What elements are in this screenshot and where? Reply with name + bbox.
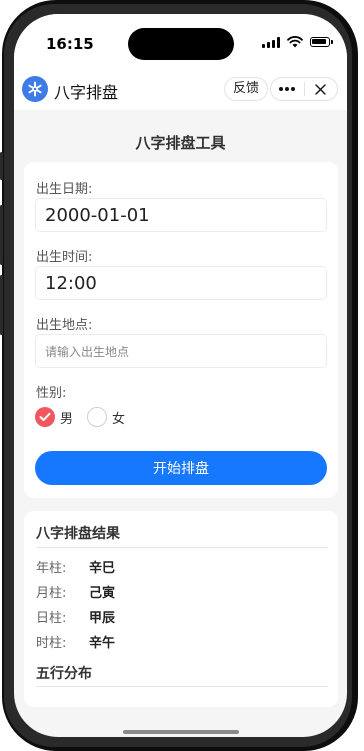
gender-female-label: 女 — [112, 411, 126, 427]
volume-up-button — [0, 205, 3, 265]
signal-icon — [262, 36, 280, 48]
pillar-row-hour: 时柱: 辛午 — [36, 632, 115, 651]
birth-date-label: 出生日期: — [36, 182, 93, 197]
radio-checked-icon — [35, 407, 55, 427]
divider — [36, 686, 328, 687]
pillar-value: 甲辰 — [89, 611, 116, 626]
mini-program-navbar: 八字排盘 反馈 — [14, 74, 347, 110]
five-elements-title: 五行分布 — [36, 666, 92, 682]
gender-male-label: 男 — [60, 411, 74, 427]
pillar-label: 时柱: — [36, 636, 67, 651]
result-title: 八字排盘结果 — [36, 526, 120, 542]
divider — [36, 547, 328, 548]
pillar-row-year: 年柱: 辛巳 — [36, 557, 115, 576]
pillar-value: 己寅 — [89, 586, 116, 601]
phone-screen: 16:15 八字排盘 反馈 八字排盘工具 出生日期: 2000-01-01 出生… — [14, 14, 347, 737]
battery-icon — [310, 37, 333, 47]
pillar-row-day: 日柱: 甲辰 — [36, 607, 115, 626]
birth-place-label: 出生地点: — [36, 318, 93, 333]
start-calculation-button[interactable]: 开始排盘 — [35, 451, 327, 485]
pillar-label: 年柱: — [36, 561, 67, 576]
pillar-label: 月柱: — [36, 586, 67, 601]
snowflake-icon — [22, 76, 48, 102]
page-title: 八字排盘工具 — [135, 134, 226, 152]
birth-date-input[interactable]: 2000-01-01 — [35, 198, 327, 232]
status-bar: 16:15 — [14, 14, 347, 74]
app-name: 八字排盘 — [54, 83, 119, 102]
pillar-value: 辛巳 — [89, 561, 116, 576]
gender-option-female[interactable]: 女 — [87, 407, 125, 427]
home-indicator — [123, 730, 239, 734]
wifi-icon — [287, 36, 303, 48]
capsule-menu — [270, 77, 338, 101]
mute-switch — [0, 152, 3, 180]
gender-radio-group: 男 女 — [35, 407, 139, 427]
gender-label: 性别: — [36, 386, 67, 401]
pillar-value: 辛午 — [89, 636, 116, 651]
status-icons — [262, 36, 333, 48]
volume-down-button — [0, 275, 3, 335]
pillar-label: 日柱: — [36, 611, 67, 626]
feedback-button[interactable]: 反馈 — [224, 77, 269, 101]
more-dots-icon — [279, 87, 296, 91]
birth-time-input[interactable]: 12:00 — [35, 266, 327, 300]
radio-unchecked-icon — [87, 407, 108, 427]
close-icon — [315, 83, 326, 95]
dynamic-island — [128, 28, 234, 60]
pillar-row-month: 月柱: 己寅 — [36, 582, 115, 601]
birth-place-input[interactable]: 请输入出生地点 — [35, 334, 327, 368]
more-button[interactable] — [271, 78, 304, 100]
bazi-form-card: 出生日期: 2000-01-01 出生时间: 12:00 出生地点: 请输入出生… — [24, 162, 338, 498]
birth-time-label: 出生时间: — [36, 250, 93, 265]
gender-option-male[interactable]: 男 — [35, 407, 73, 427]
result-card: 八字排盘结果 年柱: 辛巳 月柱: 己寅 日柱: 甲辰 时柱: 辛午 五行分布 — [24, 511, 338, 707]
close-button[interactable] — [305, 78, 338, 100]
status-time: 16:15 — [46, 35, 94, 53]
